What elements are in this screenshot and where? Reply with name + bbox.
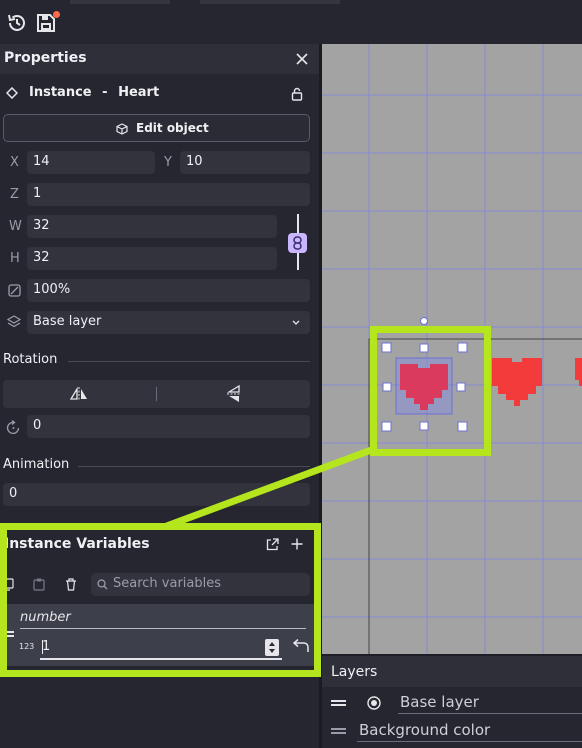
h-value: 32 bbox=[33, 250, 50, 265]
flip-horizontal-icon bbox=[70, 387, 87, 401]
diamond-icon bbox=[6, 87, 18, 99]
chevron-down-icon bbox=[292, 320, 300, 325]
z-value: 1 bbox=[33, 186, 42, 201]
layers-panel: Layers Base layer Background color bbox=[322, 656, 582, 748]
unsaved-indicator bbox=[53, 11, 60, 18]
instance-name: Heart bbox=[118, 85, 160, 100]
z-field[interactable]: 1 bbox=[27, 183, 310, 206]
link-icon bbox=[293, 236, 302, 250]
edit-object-label: Edit object bbox=[136, 121, 209, 135]
highlight-box-variables bbox=[0, 523, 321, 677]
layer-item[interactable]: Base layer bbox=[322, 690, 582, 716]
layer-item[interactable]: Background color bbox=[322, 718, 582, 744]
highlight-box-canvas bbox=[370, 326, 491, 456]
link-aspect-toggle[interactable] bbox=[288, 233, 307, 253]
w-field[interactable]: 32 bbox=[27, 215, 277, 238]
highlight-connector bbox=[162, 445, 376, 530]
link-line bbox=[297, 251, 299, 270]
y-field[interactable]: 10 bbox=[180, 151, 310, 174]
flip-horizontal-button[interactable] bbox=[3, 380, 156, 408]
history-icon[interactable] bbox=[6, 12, 28, 34]
z-label: Z bbox=[10, 187, 19, 202]
top-toolbar bbox=[0, 0, 582, 44]
properties-title: Properties bbox=[4, 50, 87, 66]
rotation-value: 0 bbox=[33, 418, 42, 433]
animation-title: Animation bbox=[3, 457, 70, 472]
x-field[interactable]: 14 bbox=[27, 151, 155, 174]
opacity-icon bbox=[8, 284, 21, 297]
unlock-icon[interactable] bbox=[291, 87, 303, 101]
flip-vertical-icon bbox=[227, 385, 241, 402]
layers-icon bbox=[7, 315, 21, 328]
layer-item-label: Background color bbox=[359, 721, 491, 739]
visibility-radio-icon[interactable] bbox=[367, 696, 381, 710]
flip-controls bbox=[3, 380, 310, 408]
link-line bbox=[297, 214, 299, 234]
x-label: X bbox=[10, 155, 19, 170]
rotation-title: Rotation bbox=[3, 352, 58, 367]
drag-handle-icon bbox=[331, 704, 346, 706]
cube-icon bbox=[116, 123, 128, 135]
instance-label: Instance bbox=[29, 85, 92, 100]
edit-object-button[interactable]: Edit object bbox=[3, 114, 310, 142]
rotate-icon bbox=[6, 420, 20, 434]
layer-value: Base layer bbox=[33, 314, 102, 329]
instance-heading: Instance - Heart bbox=[29, 85, 159, 100]
layer-select[interactable]: Base layer bbox=[27, 311, 310, 334]
flip-vertical-button[interactable] bbox=[157, 380, 310, 408]
drag-handle-icon[interactable] bbox=[331, 700, 346, 702]
y-label: Y bbox=[164, 155, 172, 170]
heart-sprite[interactable] bbox=[571, 356, 582, 396]
layers-title: Layers bbox=[331, 664, 378, 680]
h-field[interactable]: 32 bbox=[27, 247, 277, 270]
opacity-field[interactable]: 100% bbox=[27, 279, 310, 302]
label-underline bbox=[357, 741, 582, 742]
tab-strip bbox=[70, 0, 170, 4]
instance-separator: - bbox=[102, 85, 108, 100]
properties-header: Properties bbox=[0, 44, 320, 74]
x-value: 14 bbox=[33, 154, 50, 169]
h-label: H bbox=[10, 251, 20, 266]
rotation-field[interactable]: 0 bbox=[27, 415, 310, 438]
w-value: 32 bbox=[33, 218, 50, 233]
divider bbox=[68, 361, 310, 362]
layers-header: Layers bbox=[322, 656, 582, 687]
y-value: 10 bbox=[186, 154, 203, 169]
tab-strip bbox=[200, 0, 340, 4]
drag-handle-icon bbox=[331, 732, 346, 734]
layer-item-label: Base layer bbox=[400, 693, 479, 711]
opacity-value: 100% bbox=[33, 282, 71, 297]
close-icon[interactable] bbox=[296, 53, 308, 65]
w-label: W bbox=[9, 219, 22, 234]
animation-value: 0 bbox=[9, 486, 18, 501]
label-underline bbox=[398, 713, 582, 714]
heart-sprite[interactable] bbox=[490, 356, 546, 416]
drag-handle-icon[interactable] bbox=[331, 728, 346, 730]
